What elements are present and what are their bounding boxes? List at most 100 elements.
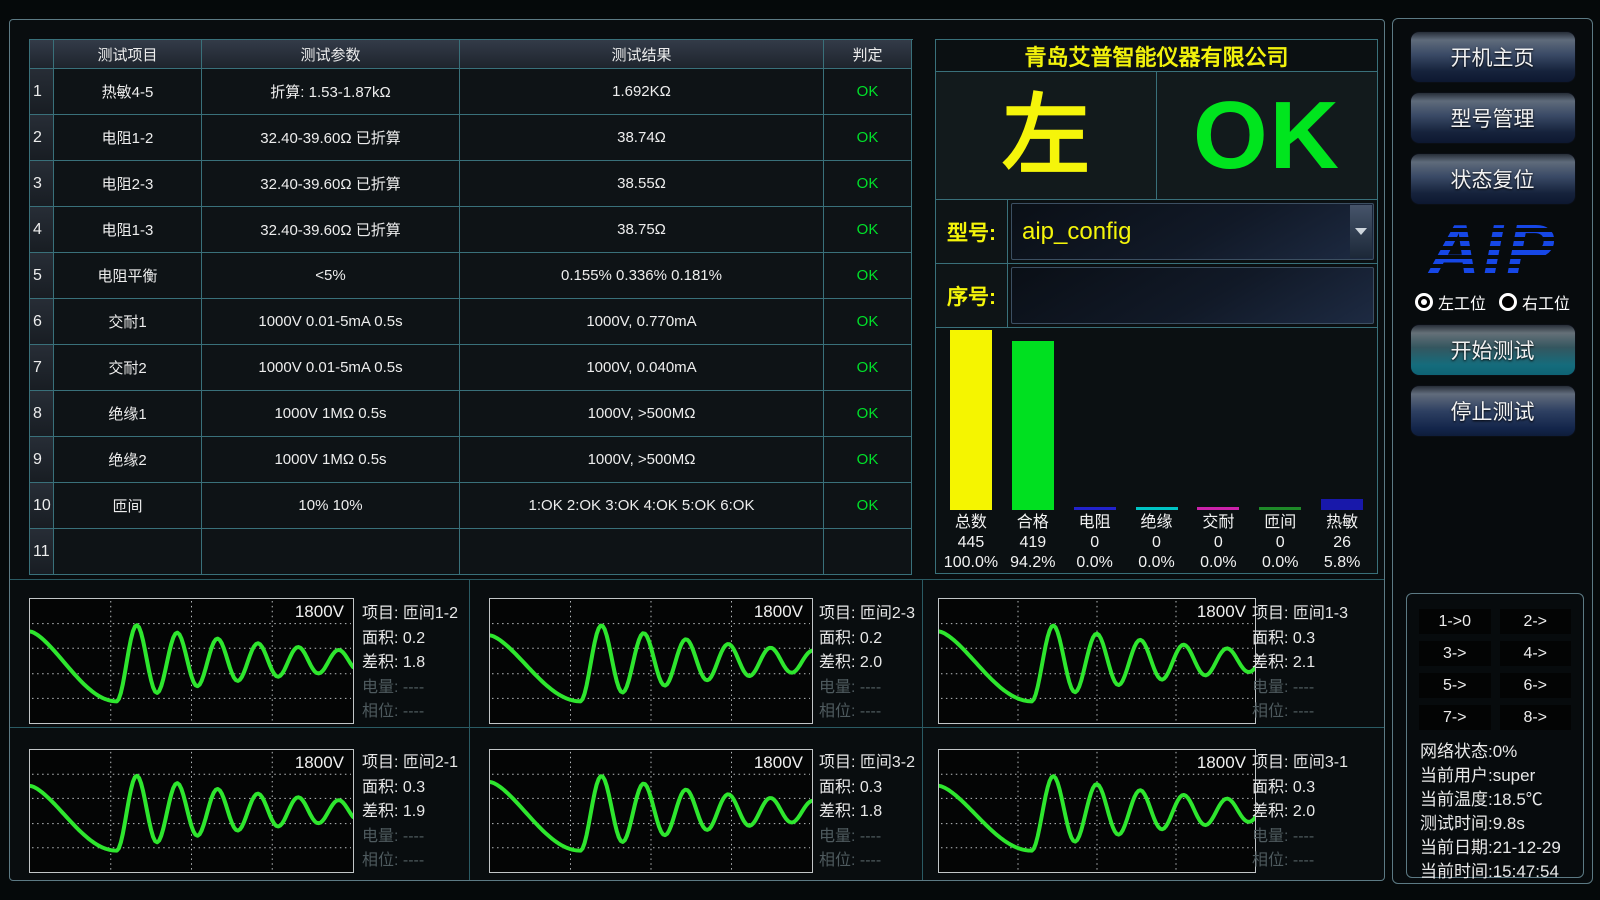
cell-test-param: 32.40-39.60Ω 已折算: [202, 207, 460, 253]
bar-percent: 0.0%: [1138, 553, 1174, 573]
waveform-info: 项目: 匝间1-2 面积: 0.2 差积: 1.8 电量: ---- 相位: -…: [362, 602, 490, 725]
bar: [1136, 507, 1178, 510]
cell-test-result: [460, 529, 824, 575]
bar: [1321, 499, 1363, 510]
radio-right-label: 右工位: [1522, 290, 1570, 314]
wave-project: 项目: 匝间3-2: [819, 751, 947, 776]
chevron-down-icon: [1355, 228, 1367, 235]
bar-percent: 0.0%: [1200, 553, 1236, 573]
cell-test-result: 1000V, >500MΩ: [460, 437, 824, 483]
cell-test-item: 热敏4-5: [54, 69, 202, 115]
cell-test-result: 1:OK 2:OK 3:OK 4:OK 5:OK 6:OK: [460, 483, 824, 529]
table-row: 5 电阻平衡 <5% 0.155% 0.336% 0.181% OK: [30, 253, 913, 299]
radio-unselected-icon: [1499, 293, 1517, 311]
row-number: 7: [30, 345, 54, 391]
waveform-plot: 1800V: [938, 749, 1256, 873]
header-judge: 判定: [824, 40, 912, 69]
bar-slot: 总数 445 100.0%: [940, 328, 1002, 573]
waveform-info: 项目: 匝间2-3 面积: 0.2 差积: 2.0 电量: ---- 相位: -…: [819, 602, 947, 725]
model-combobox[interactable]: aip_config: [1011, 203, 1374, 260]
row-number: 6: [30, 299, 54, 345]
header-row-number: [30, 40, 54, 69]
wave-area: 面积: 0.3: [1252, 627, 1380, 652]
cell-test-param: 1000V 1MΩ 0.5s: [202, 391, 460, 437]
row-number: 9: [30, 437, 54, 483]
cell-test-result: 38.55Ω: [460, 161, 824, 207]
cell-judge: OK: [824, 115, 912, 161]
waveform-voltage: 1800V: [295, 602, 344, 622]
waveform-plot: 1800V: [29, 749, 354, 873]
bar-slot: 热敏 26 5.8%: [1311, 328, 1373, 573]
channel-button-2[interactable]: 2->: [1500, 609, 1572, 634]
home-button[interactable]: 开机主页: [1410, 31, 1576, 83]
row-number: 4: [30, 207, 54, 253]
waveform-info: 项目: 匝间2-1 面积: 0.3 差积: 1.9 电量: ---- 相位: -…: [362, 751, 490, 874]
cell-test-result: 38.75Ω: [460, 207, 824, 253]
serial-input[interactable]: [1012, 282, 1373, 310]
waveform-voltage: 1800V: [754, 753, 803, 773]
cell-test-item: 电阻1-2: [54, 115, 202, 161]
wave-charge: 电量: ----: [1252, 676, 1380, 701]
wave-charge: 电量: ----: [819, 825, 947, 850]
row-number: 1: [30, 69, 54, 115]
bar-slot: 绝缘 0 0.0%: [1126, 328, 1188, 573]
cell-test-item: [54, 529, 202, 575]
station-indicator-cell: 左: [936, 72, 1157, 199]
radio-left-station[interactable]: 左工位: [1415, 290, 1486, 314]
bar-label: 绝缘: [1141, 513, 1173, 533]
bar-count: 0: [1152, 533, 1161, 553]
row-number: 5: [30, 253, 54, 299]
channel-button-3[interactable]: 3->: [1419, 641, 1491, 666]
cell-test-item: 交耐1: [54, 299, 202, 345]
wave-diff: 差积: 2.0: [1252, 800, 1380, 825]
channel-button-5[interactable]: 5->: [1419, 673, 1491, 698]
cell-judge: OK: [824, 391, 912, 437]
bar-percent: 0.0%: [1262, 553, 1298, 573]
channel-button-6[interactable]: 6->: [1500, 673, 1572, 698]
divider: [10, 727, 1384, 728]
wave-phase: 相位: ----: [1252, 849, 1380, 874]
wave-charge: 电量: ----: [1252, 825, 1380, 850]
aip-logo: AIP: [1413, 214, 1573, 288]
waveform-voltage: 1800V: [1197, 753, 1246, 773]
cell-test-result: 0.155% 0.336% 0.181%: [460, 253, 824, 299]
cell-test-param: 10% 10%: [202, 483, 460, 529]
wave-diff: 差积: 1.8: [819, 800, 947, 825]
status-info-section: 青岛艾普智能仪器有限公司 左 OK 型号: aip_config 序号:: [935, 39, 1378, 574]
big-indicator-row: 左 OK: [936, 72, 1377, 200]
channel-button-4[interactable]: 4->: [1500, 641, 1572, 666]
model-value: aip_config: [1012, 218, 1349, 246]
row-number: 8: [30, 391, 54, 437]
channel-button-1[interactable]: 1->0: [1419, 609, 1491, 634]
wave-charge: 电量: ----: [819, 676, 947, 701]
radio-right-station[interactable]: 右工位: [1499, 290, 1570, 314]
model-dropdown-button[interactable]: [1350, 205, 1372, 258]
sidebar-bottom-panel: 1->0 2-> 3-> 4-> 5-> 6-> 7-> 8-> 网络状态:0%…: [1406, 593, 1584, 878]
status-reset-button[interactable]: 状态复位: [1410, 153, 1576, 205]
wave-area: 面积: 0.3: [362, 776, 490, 801]
serial-label: 序号:: [936, 264, 1008, 327]
cell-test-item: 电阻2-3: [54, 161, 202, 207]
cell-test-param: 1000V 0.01-5mA 0.5s: [202, 299, 460, 345]
wave-phase: 相位: ----: [362, 700, 490, 725]
stop-test-button[interactable]: 停止测试: [1410, 385, 1576, 437]
radio-selected-icon: [1415, 293, 1433, 311]
wave-diff: 差积: 2.0: [819, 651, 947, 676]
channel-button-8[interactable]: 8->: [1500, 705, 1572, 730]
wave-project: 项目: 匝间2-3: [819, 602, 947, 627]
waveform-voltage: 1800V: [1197, 602, 1246, 622]
wave-diff: 差积: 1.8: [362, 651, 490, 676]
cell-judge: OK: [824, 437, 912, 483]
waveform-plot: 1800V: [489, 598, 813, 724]
table-row: 1 热敏4-5 折算: 1.53-1.87kΩ 1.692KΩ OK: [30, 69, 913, 115]
aip-logo-stripes: [1413, 214, 1573, 288]
header-test-param: 测试参数: [202, 40, 460, 69]
row-number: 2: [30, 115, 54, 161]
start-test-button[interactable]: 开始测试: [1410, 324, 1576, 376]
header-test-result: 测试结果: [460, 40, 824, 69]
channel-button-7[interactable]: 7->: [1419, 705, 1491, 730]
result-indicator: OK: [1193, 88, 1341, 184]
bar-label: 匝间: [1264, 513, 1296, 533]
model-management-button[interactable]: 型号管理: [1410, 92, 1576, 144]
cell-test-item: 绝缘1: [54, 391, 202, 437]
